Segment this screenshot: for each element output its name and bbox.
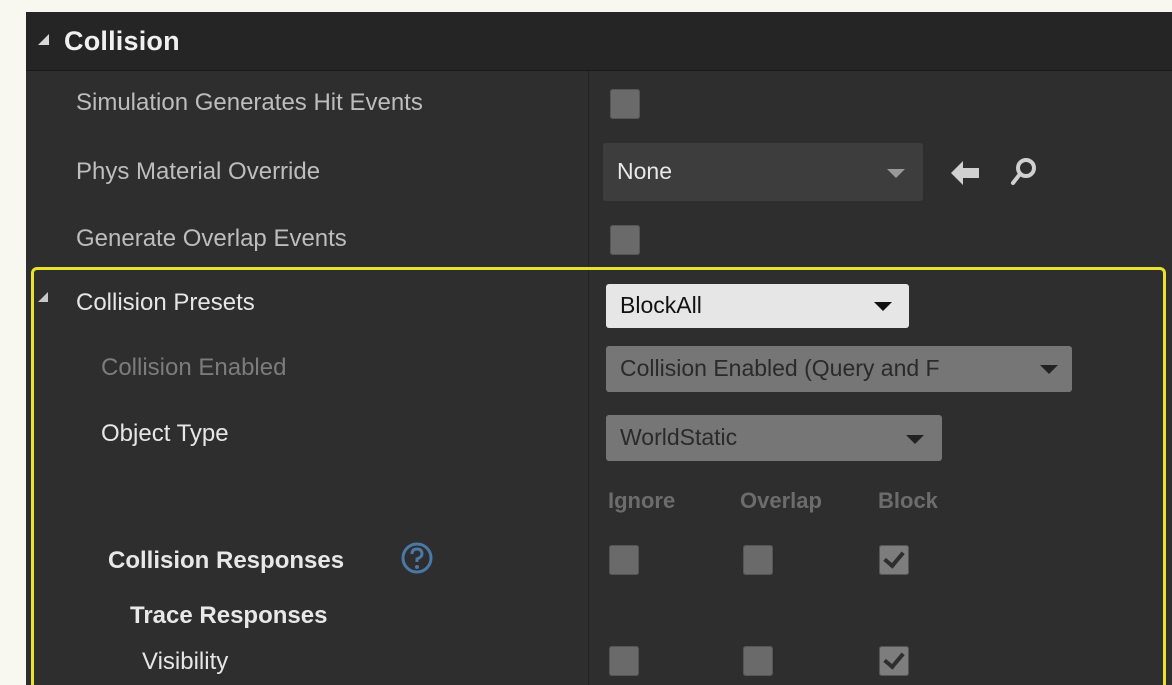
sim-hit-events-label: Simulation Generates Hit Events (76, 89, 423, 116)
collision-section-header[interactable]: Collision (26, 12, 1172, 71)
row-gen-overlap: Generate Overlap Events (26, 205, 1172, 267)
row-phys-material: Phys Material Override None (26, 135, 1172, 205)
gen-overlap-checkbox[interactable] (610, 225, 640, 255)
browse-magnifier-icon[interactable] (1010, 157, 1038, 187)
phys-material-combo[interactable]: None (603, 143, 923, 201)
sim-hit-events-checkbox[interactable] (610, 89, 640, 119)
use-selected-arrow-icon[interactable] (950, 160, 980, 186)
row-sim-hit-events: Simulation Generates Hit Events (26, 71, 1172, 135)
details-panel: Collision Simulation Generates Hit Event… (26, 12, 1172, 685)
phys-material-label: Phys Material Override (76, 158, 321, 185)
section-title: Collision (64, 26, 180, 56)
phys-material-value: None (617, 158, 672, 184)
chevron-down-icon (887, 169, 905, 178)
highlight-frame (31, 267, 1166, 685)
gen-overlap-label: Generate Overlap Events (76, 225, 347, 252)
expand-triangle-icon[interactable] (38, 34, 49, 45)
